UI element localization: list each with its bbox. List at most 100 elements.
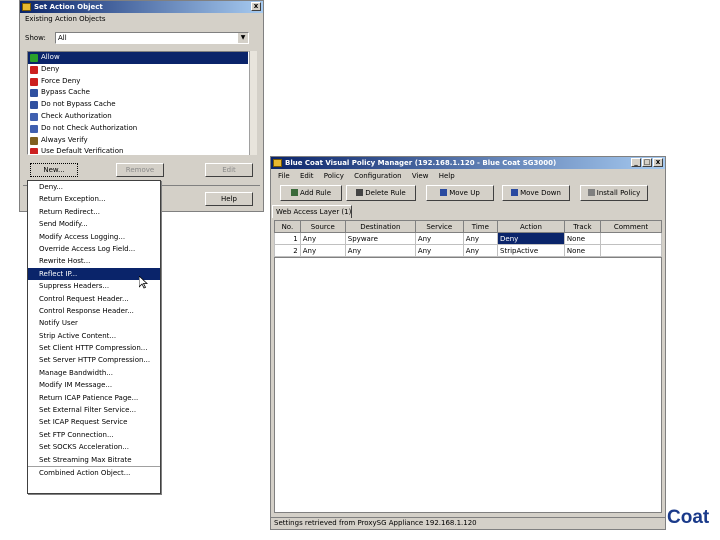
column-header[interactable]: Track <box>563 220 602 233</box>
policy-rules-table: No. Source Destination Service Time Action Tra… <box>274 220 662 257</box>
table-cell[interactable]: Spyware <box>344 232 416 245</box>
move-up-button[interactable]: Move Up <box>426 185 494 201</box>
action-list-item[interactable]: Do not Bypass Cache <box>28 99 248 111</box>
table-cell[interactable]: None <box>563 232 602 245</box>
action-list-item-label: Deny <box>41 64 60 73</box>
table-row[interactable]: 2 Any Any Any Any StripActive None <box>274 244 662 257</box>
table-row[interactable]: 1 Any Spyware Any Any Deny None <box>274 232 662 245</box>
action-list-item[interactable]: Use Default Verification <box>28 146 248 155</box>
table-cell[interactable]: Any <box>462 232 499 245</box>
action-list-item[interactable]: Deny <box>28 64 248 76</box>
action-list-item[interactable]: Force Deny <box>28 76 248 88</box>
menu-file[interactable]: File <box>278 172 290 180</box>
table-cell[interactable]: Any <box>299 244 346 257</box>
action-list-item-label: Use Default Verification <box>41 147 124 155</box>
show-select[interactable]: All ▼ <box>55 32 249 44</box>
action-list-item-label: Allow <box>41 53 60 61</box>
table-cell[interactable]: None <box>563 244 602 257</box>
column-header[interactable]: Comment <box>600 220 662 233</box>
column-header[interactable]: Time <box>462 220 499 233</box>
menu-item[interactable]: Send Modify... <box>28 218 160 230</box>
new-button[interactable]: New... <box>30 163 78 177</box>
action-list-item-label: Force Deny <box>41 76 81 85</box>
action-list-item[interactable]: Check Authorization <box>28 111 248 123</box>
menu-item[interactable]: Set External Filter Service... <box>28 404 160 416</box>
install-policy-icon <box>587 189 595 196</box>
table-cell[interactable]: 1 <box>274 232 301 245</box>
list-scrollbar[interactable] <box>249 51 257 155</box>
menu-item[interactable]: Notify User <box>28 317 160 329</box>
column-header[interactable]: Service <box>414 220 464 233</box>
close-icon[interactable]: x <box>653 158 663 167</box>
brand-logo-text: Coat <box>667 507 710 528</box>
help-button[interactable]: Help <box>205 192 253 206</box>
menu-item[interactable]: Manage Bandwidth... <box>28 367 160 379</box>
table-cell[interactable]: 2 <box>274 244 301 257</box>
column-header[interactable]: Action <box>497 220 565 233</box>
menu-item[interactable]: Control Response Header... <box>28 305 160 317</box>
column-header[interactable]: Destination <box>344 220 416 233</box>
menu-item[interactable]: Control Request Header... <box>28 293 160 305</box>
remove-button[interactable]: Remove <box>116 163 164 177</box>
maximize-icon[interactable]: □ <box>642 158 652 167</box>
table-cell[interactable]: Any <box>344 244 416 257</box>
menu-item[interactable]: Combined Action Object... <box>28 465 160 478</box>
menu-item[interactable]: Set SOCKS Acceleration... <box>28 441 160 453</box>
move-down-button[interactable]: Move Down <box>502 185 570 201</box>
table-empty-area <box>274 257 662 513</box>
move-down-label: Move Down <box>520 189 561 197</box>
table-cell[interactable] <box>600 232 662 245</box>
action-list-item-label: Check Authorization <box>41 111 112 120</box>
menu-item[interactable]: Set Client HTTP Compression... <box>28 342 160 354</box>
table-cell[interactable] <box>600 244 662 257</box>
dialog-titlebar: Set Action Object x <box>20 1 263 13</box>
menu-item[interactable]: Override Access Log Field... <box>28 243 160 255</box>
mouse-cursor-icon <box>139 276 148 289</box>
table-cell[interactable]: Deny <box>497 232 565 245</box>
action-list-item[interactable]: Allow <box>28 52 248 64</box>
action-list-item-label: Always Verify <box>41 135 88 144</box>
action-type-icon <box>30 112 38 121</box>
menu-item[interactable]: Deny... <box>28 181 160 193</box>
table-cell[interactable]: Any <box>414 232 464 245</box>
table-cell[interactable]: Any <box>462 244 499 257</box>
action-list-item-label: Bypass Cache <box>41 88 90 97</box>
install-policy-button[interactable]: Install Policy <box>580 185 648 201</box>
delete-rule-button[interactable]: Delete Rule <box>346 185 416 201</box>
table-cell[interactable]: Any <box>299 232 346 245</box>
vpm-title: Blue Coat Visual Policy Manager (192.168… <box>285 159 557 167</box>
menu-configuration[interactable]: Configuration <box>354 172 401 180</box>
close-icon[interactable]: x <box>251 2 261 11</box>
menu-item[interactable]: Modify IM Message... <box>28 379 160 391</box>
chevron-down-icon[interactable]: ▼ <box>238 33 248 43</box>
menu-item[interactable]: Return ICAP Patience Page... <box>28 392 160 404</box>
action-list-item[interactable]: Do not Check Authorization <box>28 123 248 135</box>
action-list-item[interactable]: Bypass Cache <box>28 87 248 99</box>
menu-item[interactable]: Rewrite Host... <box>28 255 160 267</box>
menu-item[interactable]: Return Redirect... <box>28 206 160 218</box>
menu-help[interactable]: Help <box>439 172 455 180</box>
menu-item[interactable]: Modify Access Logging... <box>28 231 160 243</box>
tab-web-access-layer[interactable]: Web Access Layer (1) <box>272 205 352 218</box>
menu-edit[interactable]: Edit <box>300 172 314 180</box>
table-cell[interactable]: StripActive <box>497 244 565 257</box>
edit-button[interactable]: Edit <box>205 163 253 177</box>
menu-item[interactable]: Set Streaming Max Bitrate <box>28 454 160 466</box>
add-rule-button[interactable]: Add Rule <box>280 185 342 201</box>
action-list-item[interactable]: Always Verify <box>28 135 248 147</box>
menu-item[interactable]: Set FTP Connection... <box>28 429 160 441</box>
arrow-up-icon <box>440 189 448 196</box>
tab-label: Web Access Layer (1) <box>276 208 352 216</box>
add-rule-icon <box>290 189 298 196</box>
menu-item[interactable]: Set ICAP Request Service <box>28 416 160 428</box>
action-object-list[interactable]: Allow Deny Force Deny Bypass Cache Do not By… <box>27 51 249 155</box>
column-header[interactable]: No. <box>274 220 301 233</box>
menu-view[interactable]: View <box>412 172 429 180</box>
minimize-icon[interactable]: _ <box>631 158 641 167</box>
menu-item[interactable]: Return Exception... <box>28 193 160 205</box>
menu-policy[interactable]: Policy <box>324 172 344 180</box>
table-cell[interactable]: Any <box>414 244 464 257</box>
menu-item[interactable]: Set Server HTTP Compression... <box>28 354 160 366</box>
menu-item[interactable]: Strip Active Content... <box>28 330 160 342</box>
column-header[interactable]: Source <box>299 220 346 233</box>
